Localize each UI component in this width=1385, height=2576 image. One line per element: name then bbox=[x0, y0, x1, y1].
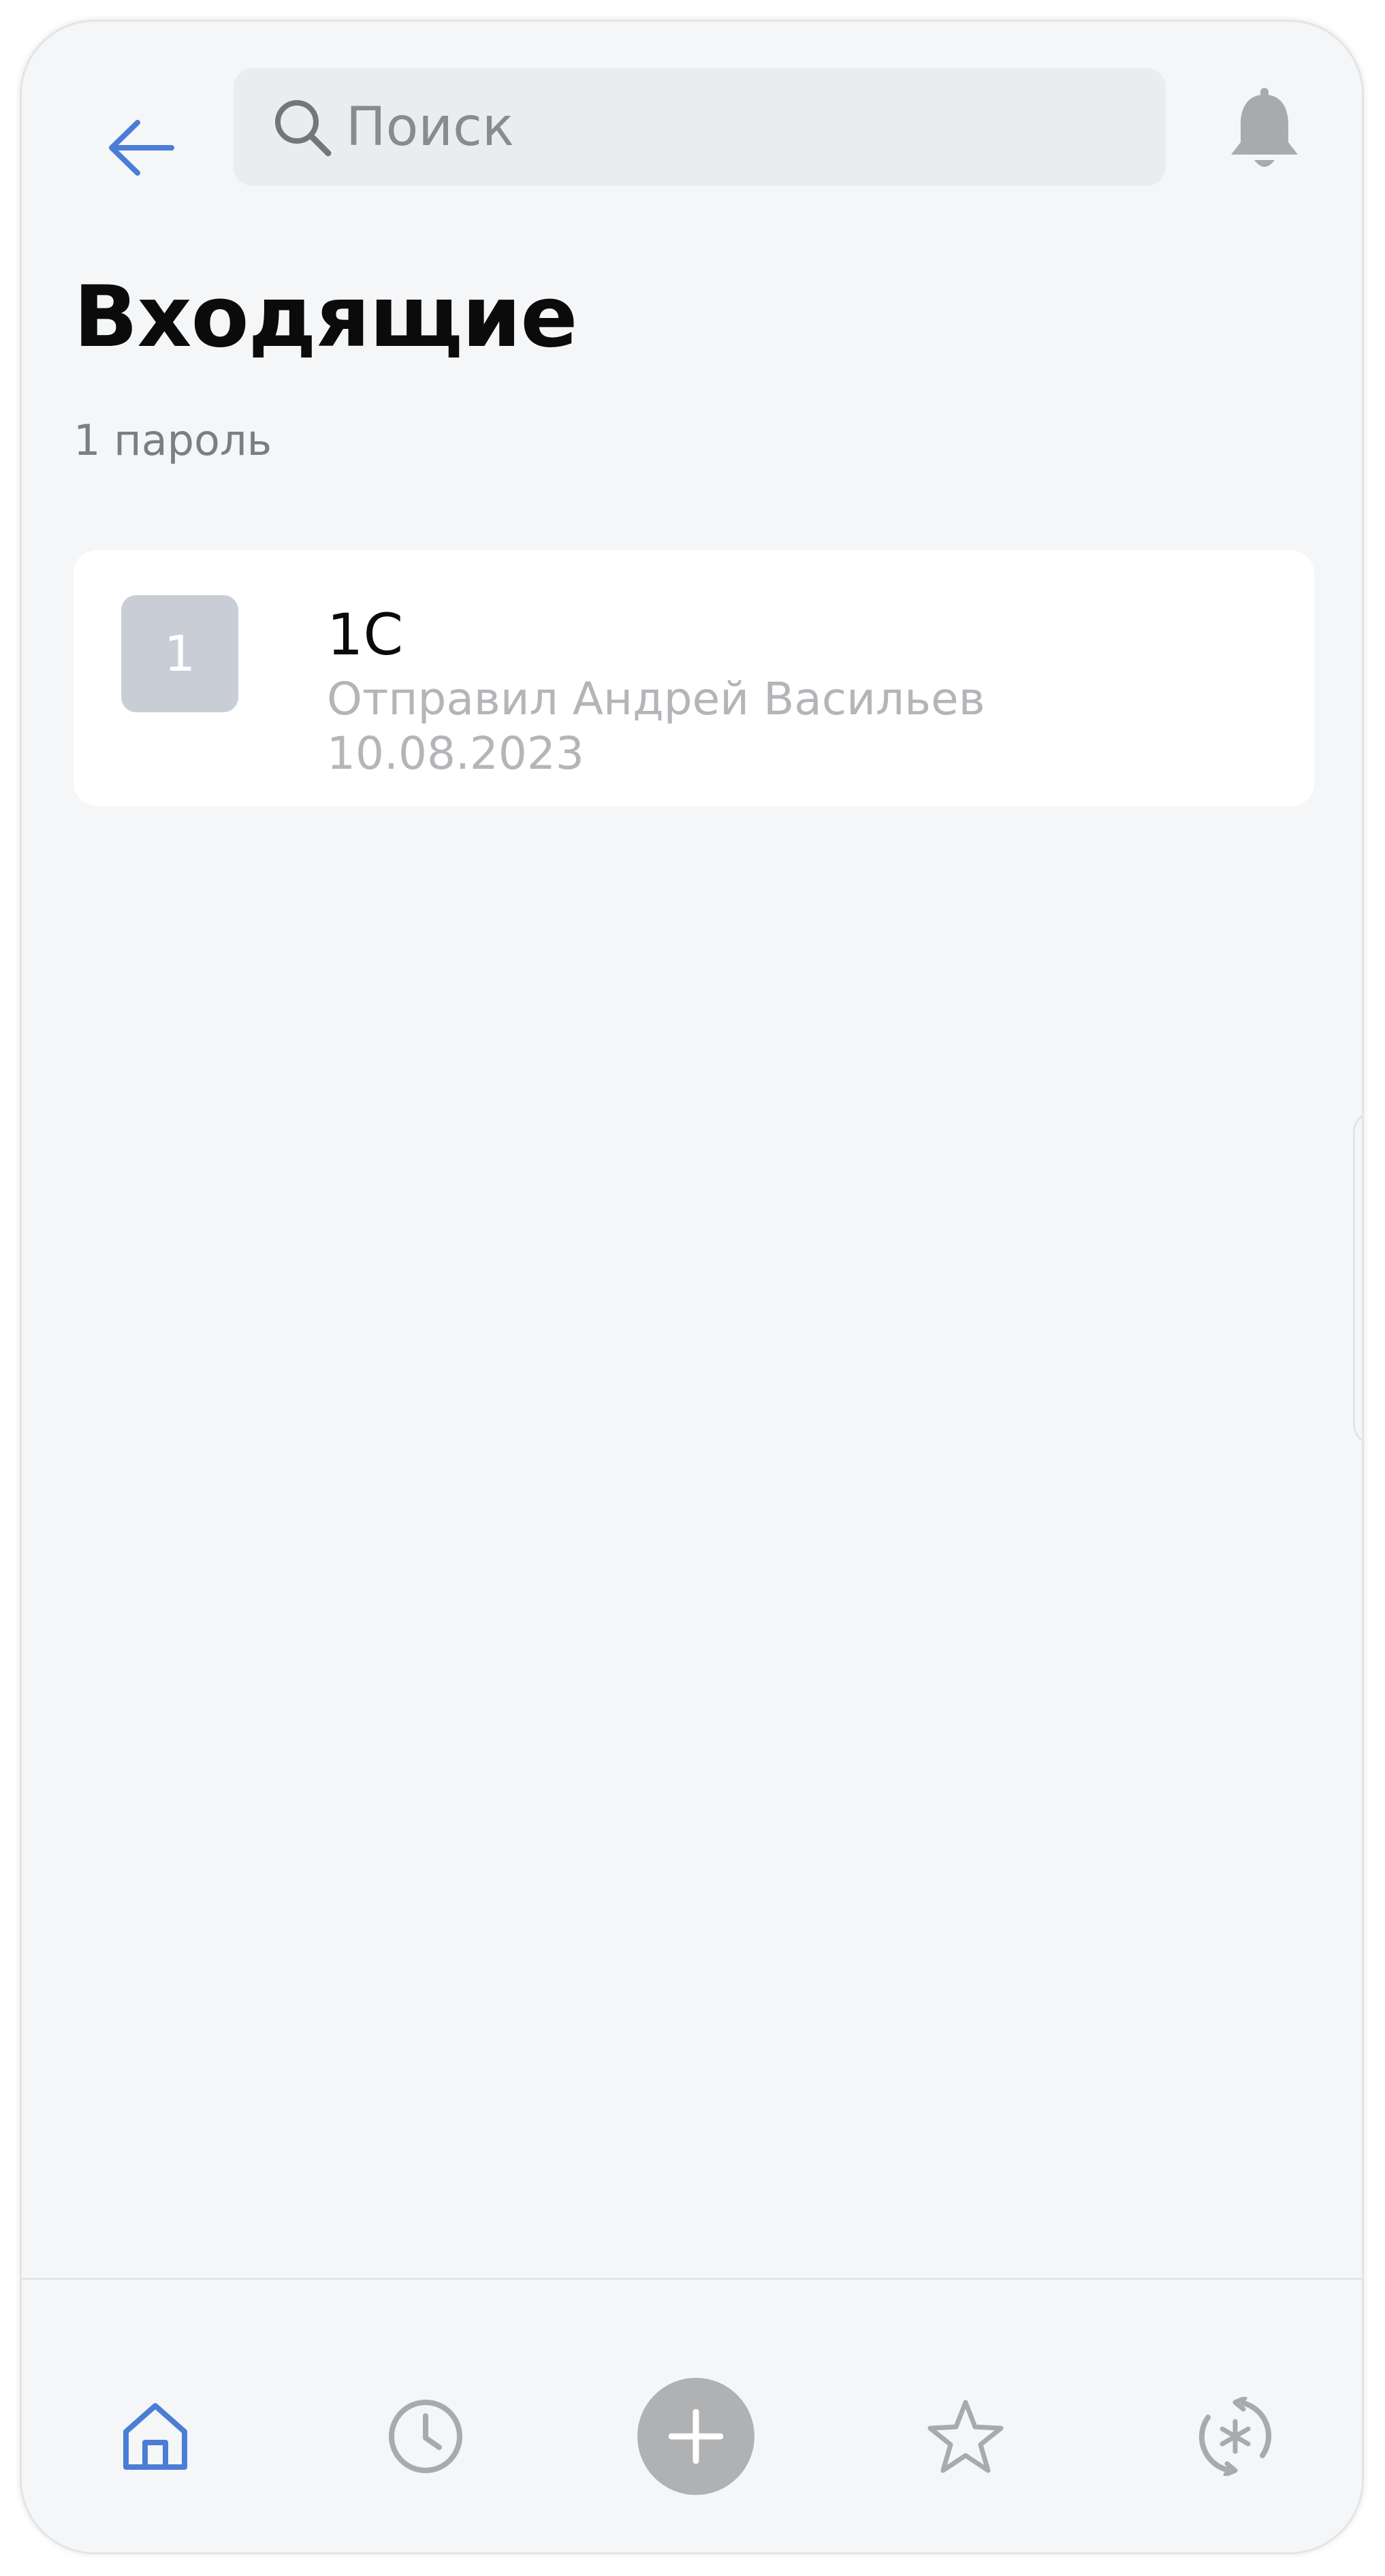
item-sender: Отправил Андрей Васильев bbox=[327, 673, 985, 725]
password-generator-icon bbox=[1198, 2397, 1272, 2476]
edge-handle[interactable] bbox=[1353, 1111, 1362, 1445]
password-count: 1 пароль bbox=[74, 415, 272, 465]
item-title: 1C bbox=[327, 601, 404, 668]
item-avatar: 1 bbox=[121, 595, 238, 712]
notifications-button[interactable] bbox=[1217, 83, 1312, 178]
arrow-left-icon bbox=[109, 120, 174, 176]
item-date: 10.08.2023 bbox=[327, 727, 584, 780]
add-button-circle bbox=[637, 2378, 754, 2495]
item-avatar-letter: 1 bbox=[164, 625, 195, 682]
tab-home[interactable] bbox=[94, 2375, 217, 2498]
star-icon bbox=[927, 2400, 1004, 2473]
bottom-tab-bar bbox=[22, 2278, 1362, 2552]
search-bar[interactable] bbox=[234, 68, 1166, 186]
search-icon bbox=[275, 99, 332, 156]
password-list-item[interactable]: 1 1C Отправил Андрей Васильев 10.08.2023 bbox=[74, 550, 1314, 806]
clock-icon bbox=[389, 2400, 462, 2473]
bell-icon bbox=[1231, 88, 1298, 167]
tab-add[interactable] bbox=[635, 2375, 757, 2498]
plus-icon bbox=[669, 2409, 723, 2464]
home-icon bbox=[123, 2403, 187, 2470]
back-button[interactable] bbox=[90, 97, 192, 199]
search-input[interactable] bbox=[346, 86, 1095, 168]
tab-password-generator[interactable] bbox=[1174, 2375, 1296, 2498]
app-screen: Входящие 1 пароль 1 1C Отправил Андрей В… bbox=[20, 20, 1364, 2554]
tab-favorites[interactable] bbox=[904, 2375, 1027, 2498]
page-title: Входящие bbox=[74, 268, 578, 366]
tab-recent[interactable] bbox=[364, 2375, 487, 2498]
